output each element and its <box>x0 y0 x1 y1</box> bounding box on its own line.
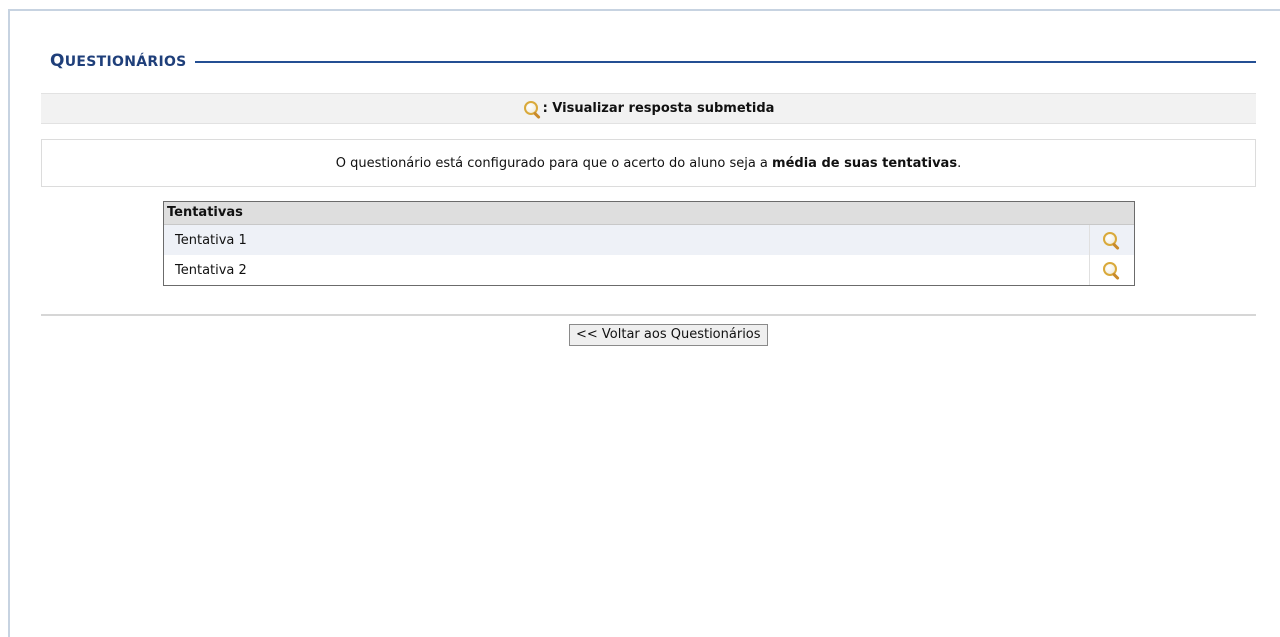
table-row: Tentativa 1 <box>164 225 1134 255</box>
page-title-first-letter: Q <box>50 51 65 71</box>
magnifier-icon[interactable] <box>1102 261 1122 281</box>
back-to-questionnaires-button[interactable]: << Voltar aos Questionários <box>569 324 768 346</box>
info-text-bold: média de suas tentativas <box>772 155 958 171</box>
view-response-button[interactable] <box>1089 255 1134 285</box>
attempt-label: Tentativa 2 <box>175 262 247 278</box>
legend-text: : Visualizar resposta submetida <box>542 101 775 116</box>
table-row: Tentativa 2 <box>164 255 1134 285</box>
info-text: O questionário está configurado para que… <box>336 156 961 171</box>
magnifier-icon <box>523 100 543 119</box>
attempt-label: Tentativa 1 <box>175 232 247 248</box>
page-title-rest: UESTIONÁRIOS <box>64 54 187 70</box>
page-title: QUESTIONÁRIOS <box>50 51 187 71</box>
magnifier-icon[interactable] <box>1102 231 1122 251</box>
info-box: O questionário está configurado para que… <box>41 139 1256 187</box>
legend-bar: : Visualizar resposta submetida <box>41 93 1256 124</box>
bottom-divider <box>41 314 1256 316</box>
attempts-table: Tentativas Tentativa 1 Tentativa 2 <box>163 201 1135 286</box>
attempts-table-header: Tentativas <box>164 202 1134 225</box>
page-title-row: QUESTIONÁRIOS <box>50 48 1256 74</box>
info-text-before: O questionário está configurado para que… <box>335 155 773 171</box>
info-text-after: . <box>957 155 962 171</box>
title-divider <box>194 61 1256 63</box>
view-response-button[interactable] <box>1089 225 1134 255</box>
